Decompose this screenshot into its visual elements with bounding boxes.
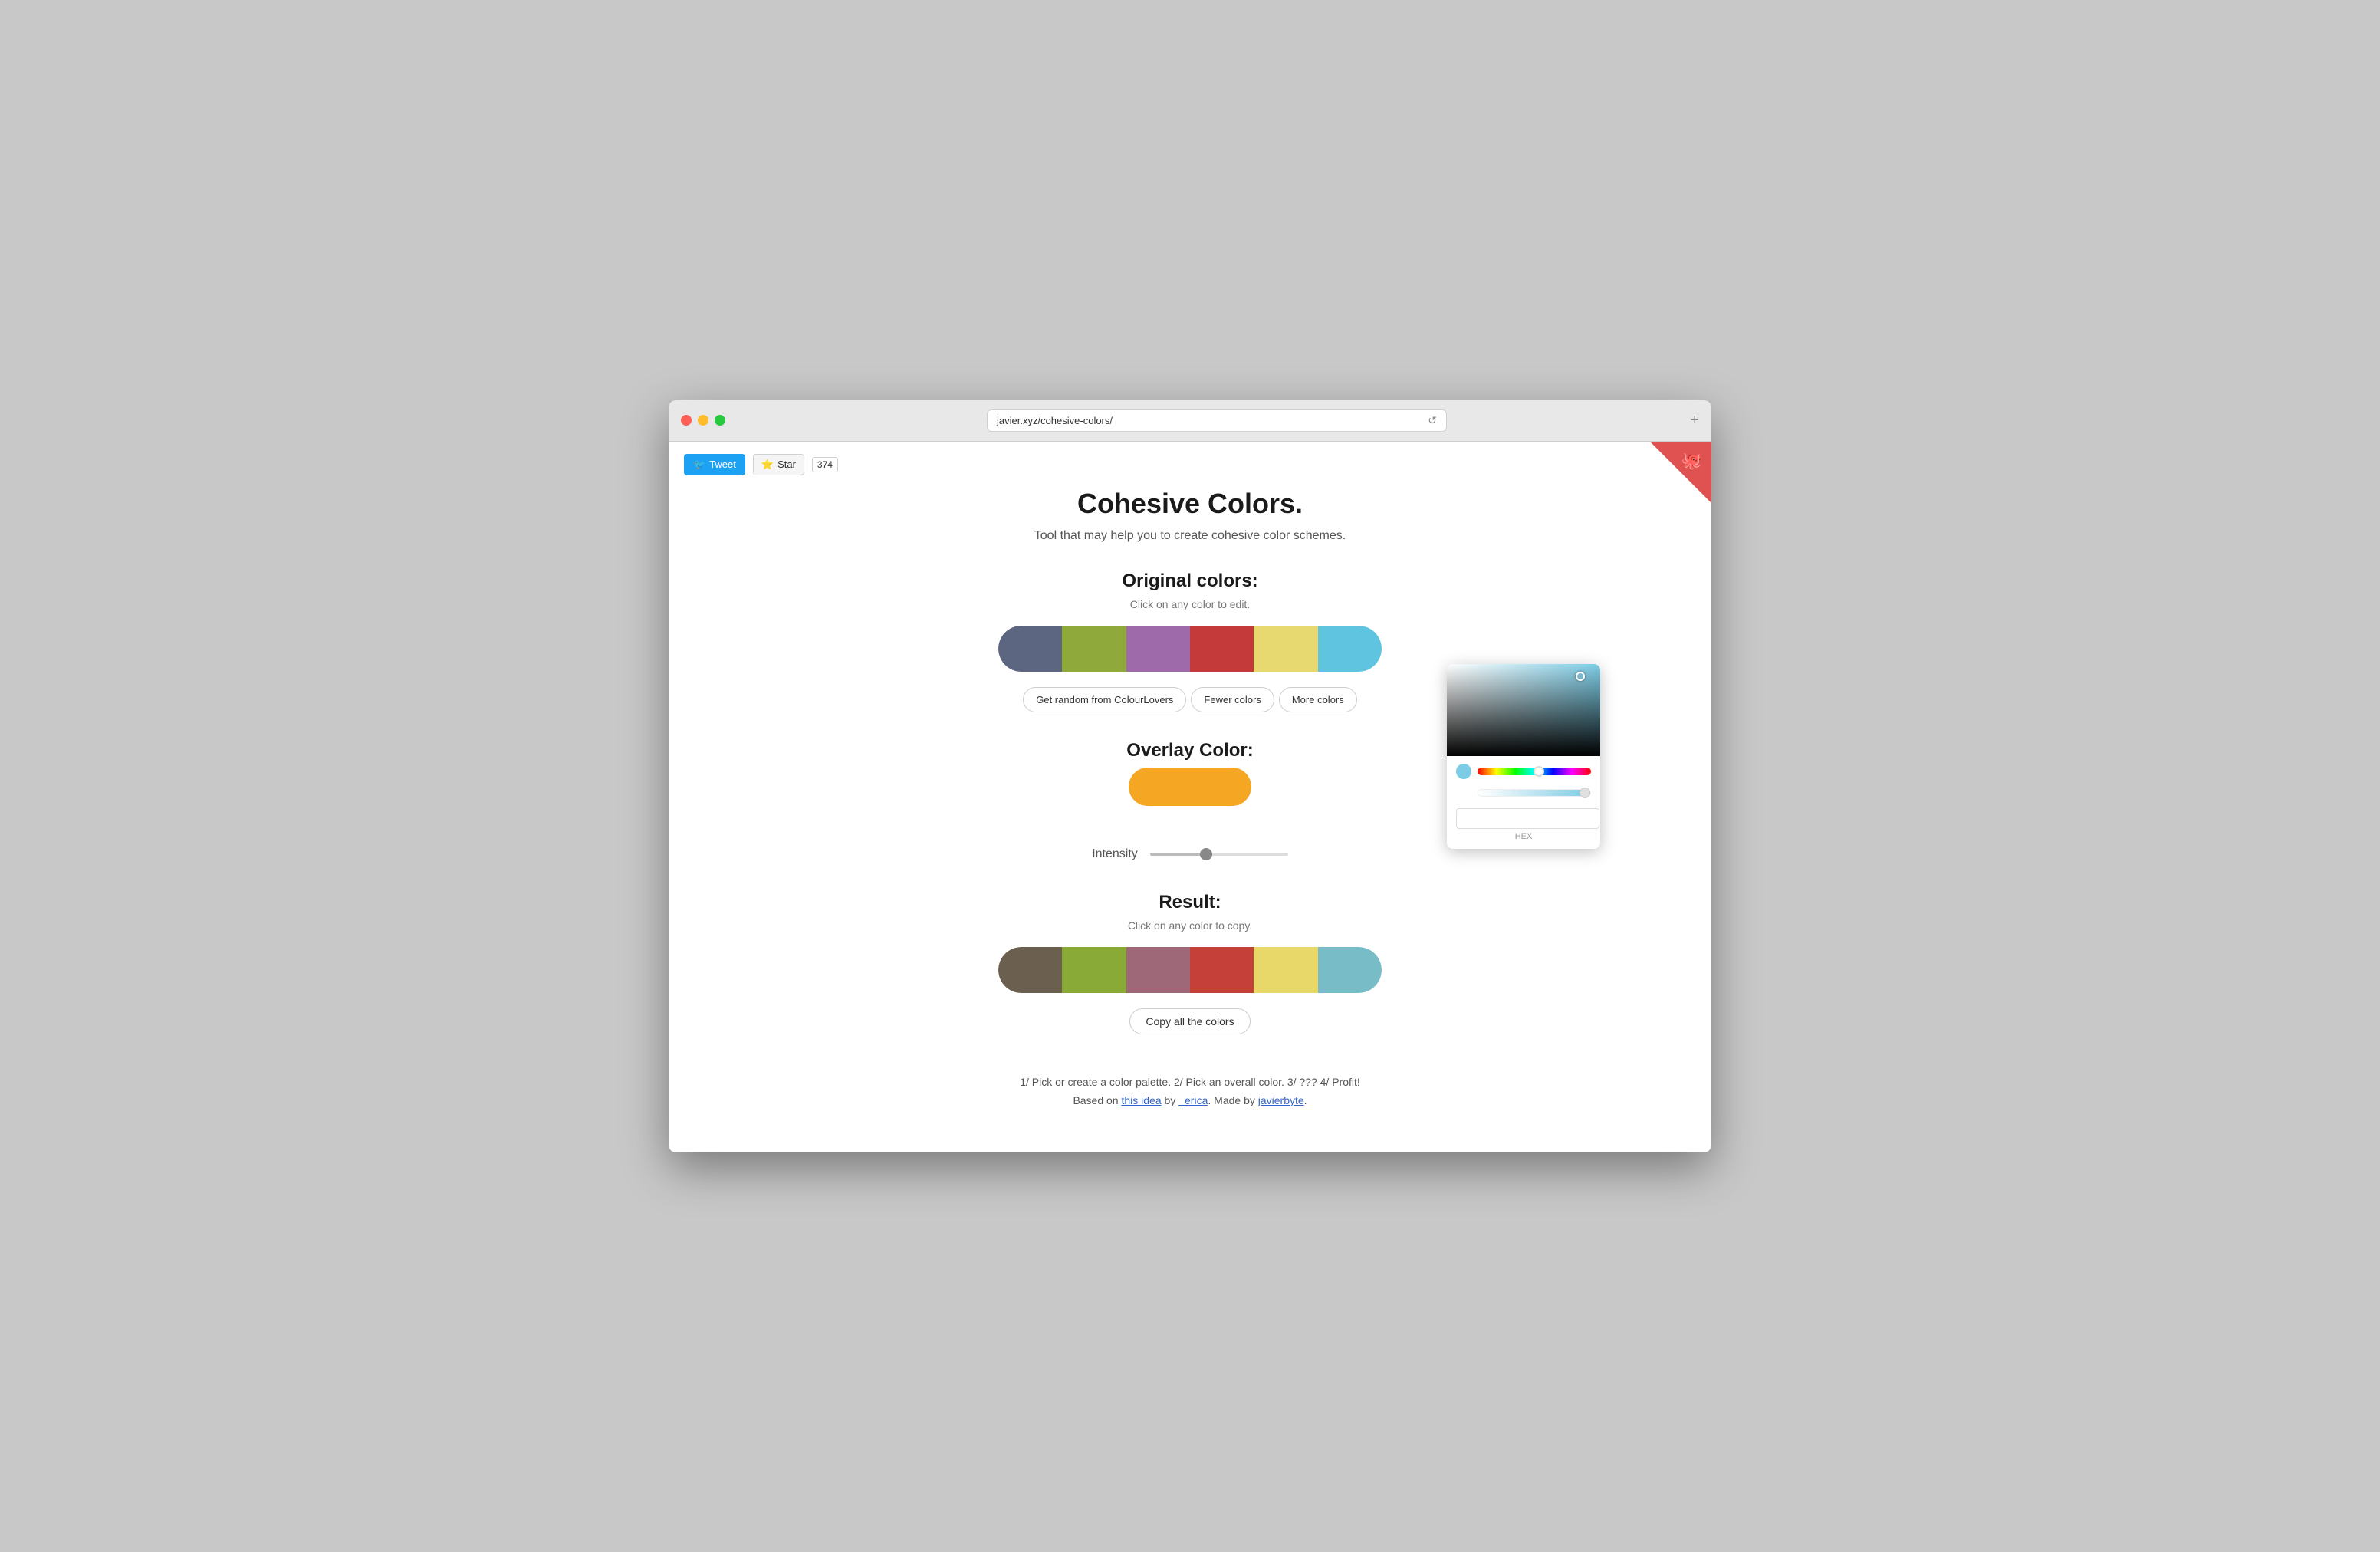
intensity-label: Intensity [1092, 847, 1138, 861]
footer-credits: Based on this idea by _erica. Made by ja… [699, 1094, 1681, 1106]
overlay-color-button[interactable] [1129, 768, 1251, 806]
result-section: Result: Click on any color to copy. Copy… [699, 892, 1681, 1057]
intensity-slider[interactable] [1150, 853, 1288, 856]
picker-hue-row [1456, 764, 1591, 779]
page-subtitle: Tool that may help you to create cohesiv… [699, 529, 1681, 543]
get-random-button[interactable]: Get random from ColourLovers [1023, 687, 1186, 712]
browser-window: javier.xyz/cohesive-colors/ ↺ + 🐙 🐦 Twee… [669, 400, 1711, 1152]
result-subtitle: Click on any color to copy. [699, 919, 1681, 932]
result-swatch-4[interactable] [1190, 947, 1254, 993]
github-star-button[interactable]: ⭐ Star [753, 454, 804, 475]
picker-alpha-row [1456, 785, 1591, 801]
tweet-button[interactable]: 🐦 Tweet [684, 454, 745, 475]
page-title: Cohesive Colors. [699, 488, 1681, 520]
browser-content: 🐙 🐦 Tweet ⭐ Star 374 Cohesive Colors. To… [669, 442, 1711, 1152]
original-swatch-6[interactable] [1318, 626, 1382, 672]
browser-titlebar: javier.xyz/cohesive-colors/ ↺ + [669, 400, 1711, 442]
new-tab-button[interactable]: + [1690, 412, 1699, 429]
picker-alpha-slider[interactable] [1478, 789, 1591, 797]
picker-controls: #7CCCE5 ▲ ▼ HEX [1447, 756, 1600, 849]
footer-steps: 1/ Pick or create a color palette. 2/ Pi… [699, 1076, 1681, 1088]
fewer-colors-button[interactable]: Fewer colors [1191, 687, 1274, 712]
picker-preview-dot [1456, 764, 1471, 779]
picker-alpha-spacer [1456, 785, 1471, 801]
original-swatch-5[interactable] [1254, 626, 1317, 672]
star-label: Star [777, 459, 796, 470]
more-colors-button[interactable]: More colors [1279, 687, 1357, 712]
result-swatch-2[interactable] [1062, 947, 1126, 993]
result-swatch-1[interactable] [998, 947, 1062, 993]
result-swatch-6[interactable] [1318, 947, 1382, 993]
close-button[interactable] [681, 415, 692, 426]
result-swatch-5[interactable] [1254, 947, 1317, 993]
footer-section: 1/ Pick or create a color palette. 2/ Pi… [699, 1076, 1681, 1106]
picker-hue-slider[interactable] [1478, 768, 1591, 775]
original-color-strip [998, 626, 1382, 672]
picker-cursor [1576, 672, 1585, 681]
github-mark-icon: ⭐ [761, 459, 774, 471]
github-icon: 🐙 [1681, 451, 1702, 471]
intensity-section: Intensity [699, 847, 1681, 861]
result-title: Result: [699, 892, 1681, 913]
picker-format-label[interactable]: HEX [1456, 832, 1591, 841]
picker-hex-input[interactable]: #7CCCE5 [1456, 808, 1599, 829]
github-corner[interactable]: 🐙 [1650, 442, 1711, 503]
url-bar[interactable]: javier.xyz/cohesive-colors/ ↺ [987, 409, 1447, 432]
copy-all-button[interactable]: Copy all the colors [1129, 1008, 1250, 1034]
picker-hex-row: #7CCCE5 ▲ ▼ [1456, 808, 1591, 829]
erica-link[interactable]: _erica [1178, 1094, 1208, 1106]
refresh-icon[interactable]: ↺ [1428, 414, 1437, 427]
top-buttons-row: 🐦 Tweet ⭐ Star 374 [669, 442, 1711, 488]
twitter-icon: 🐦 [693, 459, 705, 471]
maximize-button[interactable] [715, 415, 725, 426]
picker-gradient[interactable] [1447, 664, 1600, 756]
star-count: 374 [812, 457, 838, 472]
color-picker-popup: #7CCCE5 ▲ ▼ HEX [1447, 664, 1600, 849]
original-colors-title: Original colors: [699, 570, 1681, 592]
url-text: javier.xyz/cohesive-colors/ [997, 415, 1113, 426]
original-swatch-1[interactable] [998, 626, 1062, 672]
javierbyte-link[interactable]: javierbyte [1258, 1094, 1304, 1106]
result-color-strip [998, 947, 1382, 993]
original-swatch-2[interactable] [1062, 626, 1126, 672]
minimize-button[interactable] [698, 415, 708, 426]
result-swatch-3[interactable] [1126, 947, 1190, 993]
original-swatch-4[interactable] [1190, 626, 1254, 672]
this-idea-link[interactable]: this idea [1122, 1094, 1162, 1106]
traffic-lights [681, 415, 725, 426]
tweet-label: Tweet [709, 459, 736, 470]
result-color-palette [699, 947, 1681, 993]
original-colors-subtitle: Click on any color to edit. [699, 598, 1681, 610]
original-swatch-3[interactable] [1126, 626, 1190, 672]
